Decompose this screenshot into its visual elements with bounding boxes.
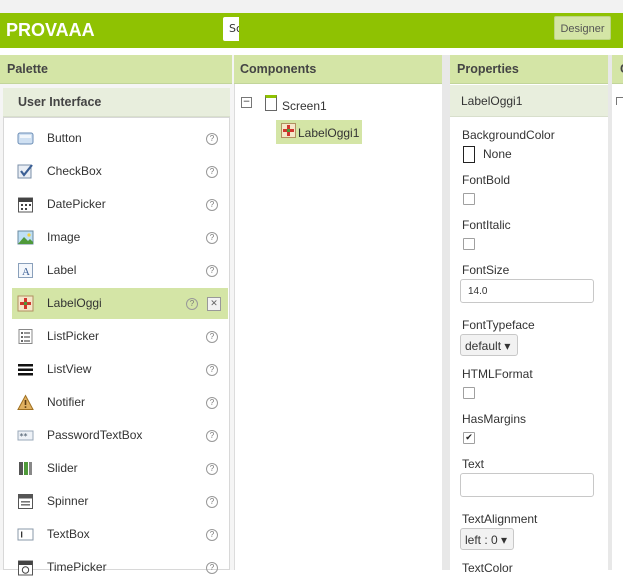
palette-item-label: ListPicker: [47, 329, 100, 343]
label-icon: A: [18, 263, 33, 278]
background-color-swatch[interactable]: [463, 146, 475, 163]
palette-item-listview[interactable]: ListView ?: [12, 354, 228, 385]
palette-item-label: Label: [47, 263, 77, 277]
components-header: Components: [234, 55, 442, 84]
extension-icon: [17, 295, 34, 312]
font-size-label: FontSize: [462, 263, 510, 277]
font-bold-checkbox[interactable]: [463, 193, 475, 205]
properties-header: Properties: [450, 55, 608, 84]
help-icon[interactable]: ?: [206, 199, 218, 211]
help-icon[interactable]: ?: [206, 331, 218, 343]
image-icon: [17, 230, 34, 245]
background-color-value[interactable]: None: [483, 147, 512, 161]
collapse-toggle-icon[interactable]: −: [241, 97, 252, 108]
panel-divider: [608, 55, 612, 570]
text-label: Text: [462, 457, 485, 471]
browser-strip: [0, 0, 623, 13]
palette-item-label: Button: [47, 131, 82, 145]
font-italic-checkbox[interactable]: [463, 238, 475, 250]
html-format-checkbox[interactable]: [463, 387, 475, 399]
palette-item-label: DatePicker: [47, 197, 106, 211]
palette-item-label: Image: [47, 230, 81, 244]
text-color-label: TextColor: [462, 561, 513, 575]
palette-header: Palette: [0, 55, 232, 84]
palette-item-label[interactable]: A Label ?: [12, 255, 228, 286]
help-icon[interactable]: ?: [206, 463, 218, 475]
palette-list: Button ? CheckBox ? DatePicker ? Image ?…: [3, 117, 230, 576]
font-bold-label: FontBold: [462, 173, 511, 187]
palette-item-label: LabelOggi: [47, 296, 102, 310]
has-margins-label: HasMargins: [462, 412, 527, 426]
help-icon[interactable]: ?: [206, 265, 218, 277]
password-icon: **: [17, 430, 34, 441]
help-icon[interactable]: ?: [206, 232, 218, 244]
help-icon[interactable]: ?: [206, 562, 218, 574]
palette-item-timepicker[interactable]: TimePicker ?: [12, 552, 228, 583]
help-icon[interactable]: ?: [206, 397, 218, 409]
palette-item-textbox[interactable]: TextBox ?: [12, 519, 228, 550]
spinner-icon: [18, 494, 33, 509]
screen-icon: [265, 95, 277, 111]
help-icon[interactable]: ?: [206, 529, 218, 541]
listpicker-icon: [18, 329, 33, 344]
selected-component-name: LabelOggi1: [450, 85, 608, 117]
html-format-label: HTMLFormat: [462, 367, 533, 381]
palette-item-label: Slider: [47, 461, 78, 475]
palette-item-label: Notifier: [47, 395, 86, 409]
media-header: C: [612, 55, 623, 84]
palette-item-label: ListView: [47, 362, 92, 376]
warning-icon: [17, 394, 34, 410]
media-panel-icon: [616, 97, 623, 105]
textbox-icon: [17, 528, 34, 541]
font-italic-label: FontItalic: [462, 218, 511, 232]
panel-divider: [442, 55, 450, 570]
palette-item-labeloggi[interactable]: LabelOggi ? ✕: [12, 288, 228, 319]
palette-item-listpicker[interactable]: ListPicker ?: [12, 321, 228, 352]
tree-node-label: LabelOggi1: [298, 126, 360, 140]
slider-icon: [19, 462, 32, 475]
palette-item-button[interactable]: Button ?: [12, 123, 228, 154]
svg-text:**: **: [20, 432, 28, 441]
project-title: PROVAAA: [6, 20, 95, 40]
clock-icon: [18, 560, 33, 576]
palette-item-spinner[interactable]: Spinner ?: [12, 486, 228, 517]
palette-item-notifier[interactable]: Notifier ?: [12, 387, 228, 418]
calendar-icon: [18, 197, 33, 213]
palette-item-label: PasswordTextBox: [47, 428, 143, 442]
listview-icon: [18, 364, 33, 376]
palette-item-image[interactable]: Image ?: [12, 222, 228, 253]
text-alignment-dropdown[interactable]: left : 0 ▾: [460, 528, 514, 550]
user-interface-category[interactable]: User Interface: [3, 88, 230, 117]
checkbox-icon: [17, 164, 33, 179]
palette-item-passwordtextbox[interactable]: ** PasswordTextBox ?: [12, 420, 228, 451]
font-typeface-dropdown[interactable]: default ▾: [460, 334, 518, 356]
font-size-input[interactable]: 14.0: [460, 279, 594, 303]
help-icon[interactable]: ?: [206, 166, 218, 178]
help-icon[interactable]: ?: [206, 364, 218, 376]
svg-text:A: A: [22, 266, 30, 278]
background-color-label: BackgroundColor: [462, 128, 555, 142]
palette-item-label: TextBox: [47, 527, 90, 541]
help-icon[interactable]: ?: [206, 430, 218, 442]
palette-item-slider[interactable]: Slider ?: [12, 453, 228, 484]
extension-icon: [281, 123, 296, 138]
has-margins-checkbox[interactable]: ✔: [463, 432, 475, 444]
help-icon[interactable]: ?: [186, 298, 198, 310]
palette-item-checkbox[interactable]: CheckBox ?: [12, 156, 228, 187]
palette-item-label: TimePicker: [47, 560, 107, 574]
designer-button[interactable]: Designer: [554, 16, 611, 40]
text-input[interactable]: [460, 473, 594, 497]
delete-extension-icon[interactable]: ✕: [207, 297, 221, 311]
screen-select[interactable]: Sc: [223, 17, 239, 41]
palette-item-label: CheckBox: [47, 164, 102, 178]
palette-item-datepicker[interactable]: DatePicker ?: [12, 189, 228, 220]
help-icon[interactable]: ?: [206, 133, 218, 145]
font-typeface-label: FontTypeface: [462, 318, 535, 332]
text-alignment-label: TextAlignment: [462, 512, 538, 526]
button-icon: [17, 132, 34, 145]
tree-node-screen1[interactable]: Screen1: [282, 99, 327, 113]
palette-item-label: Spinner: [47, 494, 89, 508]
help-icon[interactable]: ?: [206, 496, 218, 508]
